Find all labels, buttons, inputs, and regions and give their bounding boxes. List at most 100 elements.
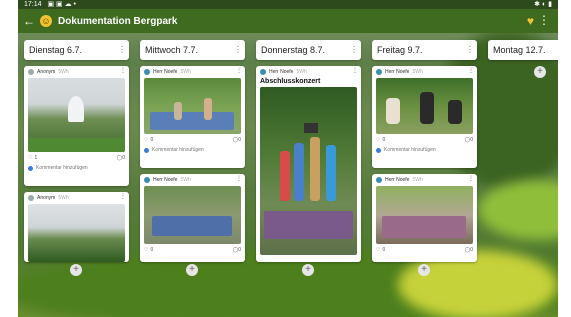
smiley-icon[interactable]: ☺ [40, 15, 52, 27]
avatar [144, 69, 150, 75]
lawn-shape [28, 138, 125, 152]
comment-count-group[interactable]: ◯0 [233, 137, 241, 143]
column-menu-icon[interactable]: ⋮ [466, 40, 474, 60]
column-header[interactable]: Dienstag 6.7. ⋮ [24, 40, 129, 60]
person-shape [280, 151, 290, 201]
avatar [376, 69, 382, 75]
heart-icon[interactable]: ♥ [527, 14, 534, 28]
card-menu-icon[interactable]: ⋮ [236, 67, 242, 74]
column-title: Dienstag 6.7. [29, 45, 83, 55]
post-age: 5Wh [412, 177, 423, 183]
post-photo[interactable] [260, 87, 357, 255]
card-menu-icon[interactable]: ⋮ [120, 67, 126, 74]
column-menu-icon[interactable]: ⋮ [118, 40, 126, 60]
comment-count: 0 [470, 246, 473, 253]
comment-count-group[interactable]: ◯0 [117, 155, 125, 161]
card-menu-icon[interactable]: ⋮ [120, 193, 126, 200]
column-header[interactable]: Donnerstag 8.7. ⋮ [256, 40, 361, 60]
reaction-row: ♡ 1 ◯0 [24, 152, 129, 163]
status-bar: 17:14 ▣ ▣ ☁ • ✱ ◐ ▮ [18, 0, 558, 9]
card-header: Herr Noefe 5Wh ⋮ [256, 66, 361, 78]
person-shape [310, 137, 320, 201]
author-name: Anonym [37, 195, 56, 201]
add-card-button[interactable]: + [70, 264, 82, 276]
like-count: 0 [382, 246, 386, 253]
add-card-button[interactable]: + [186, 264, 198, 276]
column-dienstag: Dienstag 6.7. ⋮ Anonym 5Wh ⋮ ♡ 1 ◯0 Komm… [24, 40, 129, 276]
card-header: Herr Noefe 5Wh ⋮ [140, 174, 245, 186]
column-montag: Montag 12.7. + [488, 40, 558, 78]
back-arrow-icon[interactable]: ← [20, 14, 38, 28]
add-comment-field[interactable]: Kommentar hinzufügen [24, 163, 129, 173]
column-header[interactable]: Freitag 9.7. ⋮ [372, 40, 477, 60]
page-title: Dokumentation Bergpark [58, 15, 178, 27]
add-comment-field[interactable]: Kommentar hinzufügen [372, 145, 477, 155]
add-comment-field[interactable]: Kommentar hinzufügen [140, 145, 245, 155]
like-count: 0 [150, 136, 154, 143]
column-menu-icon[interactable]: ⋮ [234, 40, 242, 60]
post-photo[interactable] [376, 78, 473, 134]
author-name: Herr Noefe [385, 69, 410, 75]
add-card-button[interactable]: + [534, 66, 546, 78]
column-title: Donnerstag 8.7. [261, 45, 326, 55]
post-photo[interactable] [144, 78, 241, 134]
card-header: Anonym 5Wh ⋮ [24, 192, 129, 204]
post-title: Abschlusskonzert [260, 78, 321, 85]
card-header: Herr Noefe 5Wh ⋮ [372, 174, 477, 186]
post-card[interactable]: Herr Noefe 5Wh ⋮ ♡ 0 ◯0 [372, 174, 477, 262]
yoga-mats-shape [150, 112, 234, 130]
yoga-mats-shape [152, 216, 232, 236]
post-card[interactable]: Anonym 5Wh ⋮ ♡ 1 ◯0 Kommentar hinzufügen [24, 66, 129, 186]
like-heart-icon[interactable]: ♡ [376, 247, 380, 253]
post-photo[interactable] [28, 78, 125, 152]
column-mittwoch: Mittwoch 7.7. ⋮ Herr Noefe 5Wh ⋮ ♡ 0 ◯0 [140, 40, 245, 276]
like-count: 1 [34, 154, 38, 161]
comment-count-group[interactable]: ◯0 [233, 247, 241, 253]
post-card[interactable]: Herr Noefe 5Wh ⋮ ♡ 0 ◯0 Kommentar hinzuf… [372, 66, 477, 168]
app-bar: ← ☺ Dokumentation Bergpark ♥ ⋮ [18, 9, 558, 33]
post-card[interactable]: Anonym 5Wh ⋮ [24, 192, 129, 262]
column-menu-icon[interactable]: ⋮ [350, 40, 358, 60]
card-menu-icon[interactable]: ⋮ [352, 67, 358, 74]
fountain-shape [68, 96, 84, 122]
reaction-row: ♡ 0 ◯0 [372, 244, 477, 255]
comment-count: 0 [238, 246, 241, 253]
avatar [260, 69, 266, 75]
like-heart-icon[interactable]: ♡ [376, 137, 380, 143]
post-photo[interactable] [144, 186, 241, 244]
post-photo[interactable] [28, 204, 125, 262]
like-heart-icon[interactable]: ♡ [144, 137, 148, 143]
card-header: Herr Noefe 5Wh ⋮ [372, 66, 477, 78]
column-header[interactable]: Montag 12.7. [488, 40, 558, 60]
add-card-button[interactable]: + [418, 264, 430, 276]
status-icons-left: ▣ ▣ ☁ • [47, 1, 76, 8]
status-icons-right: ✱ ◐ ▮ [534, 1, 552, 8]
post-age: 5Wh [412, 69, 423, 75]
avatar [28, 195, 34, 201]
person-shape [420, 92, 434, 124]
add-card-button[interactable]: + [302, 264, 314, 276]
comment-count-group[interactable]: ◯0 [465, 137, 473, 143]
comment-placeholder: Kommentar hinzufügen [384, 147, 436, 153]
card-menu-icon[interactable]: ⋮ [468, 67, 474, 74]
card-menu-icon[interactable]: ⋮ [468, 175, 474, 182]
column-freitag: Freitag 9.7. ⋮ Herr Noefe 5Wh ⋮ ♡ 0 ◯0 K… [372, 40, 477, 276]
person-shape [448, 100, 462, 124]
comment-count-group[interactable]: ◯0 [465, 247, 473, 253]
like-count: 0 [382, 136, 386, 143]
author-name: Herr Noefe [153, 177, 178, 183]
avatar [144, 177, 150, 183]
column-header[interactable]: Mittwoch 7.7. ⋮ [140, 40, 245, 60]
post-photo[interactable] [376, 186, 473, 244]
like-heart-icon[interactable]: ♡ [28, 155, 32, 161]
like-heart-icon[interactable]: ♡ [144, 247, 148, 253]
post-card[interactable]: Herr Noefe 5Wh ⋮ Abschlusskonzert [256, 66, 361, 262]
post-card[interactable]: Herr Noefe 5Wh ⋮ ♡ 0 ◯0 Kommentar hinzuf… [140, 66, 245, 168]
background-meadow [478, 180, 558, 240]
more-menu-icon[interactable]: ⋮ [538, 13, 550, 27]
commenter-avatar [28, 165, 33, 171]
post-card[interactable]: Herr Noefe 5Wh ⋮ ♡ 0 ◯0 [140, 174, 245, 262]
crowd-shape [382, 216, 466, 238]
post-age: 5Wh [180, 69, 191, 75]
card-menu-icon[interactable]: ⋮ [236, 175, 242, 182]
